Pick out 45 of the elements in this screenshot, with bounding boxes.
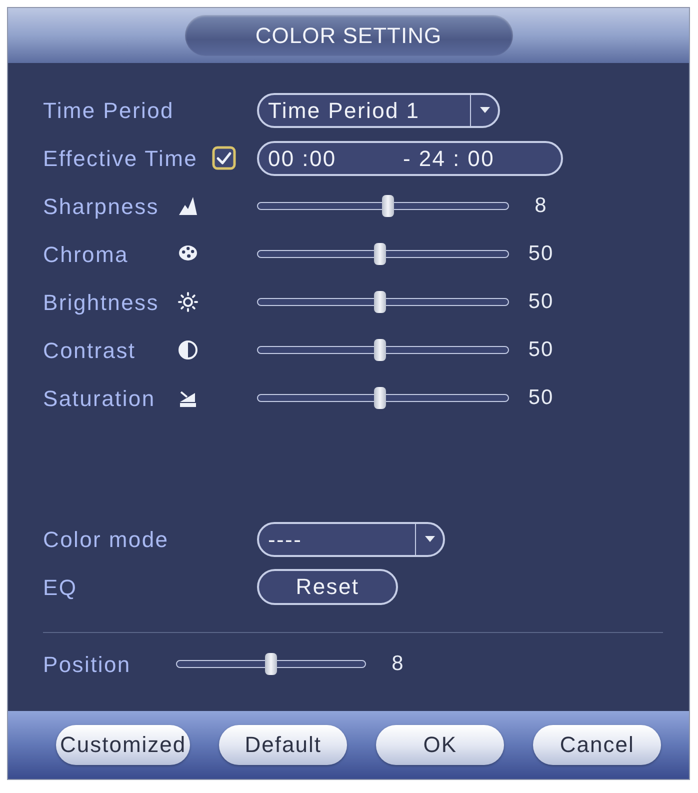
setting-label: Effective Time [43, 144, 198, 172]
slider-value: 8 [390, 651, 406, 678]
slider-thumb[interactable] [374, 387, 386, 409]
time-period-dropdown[interactable]: Time Period 1 [257, 92, 500, 128]
setting-label: Position [43, 650, 132, 678]
setting-label: Color mode [43, 526, 169, 554]
slider-thumb[interactable] [374, 291, 386, 313]
color-mode-dropdown[interactable]: ---- [257, 522, 445, 556]
checkbox[interactable] [212, 146, 236, 170]
setting-label: Brightness [43, 288, 160, 317]
slider-thumb[interactable] [374, 243, 386, 265]
end-time-text[interactable]: - 24 : 00 [403, 142, 495, 174]
caret-icon [478, 106, 490, 114]
mountain-icon [178, 196, 198, 216]
time-range-field[interactable]: 00 :00 - 24 : 00 [257, 140, 563, 176]
dialog-title: COLOR SETTING [184, 15, 512, 56]
dialog-button[interactable]: Default [219, 725, 348, 765]
slider-thumb[interactable] [374, 339, 386, 361]
setting-label: Time Period [43, 96, 174, 124]
setting-label: EQ [43, 574, 78, 602]
slider-value: 8 [534, 193, 548, 220]
slider[interactable] [257, 339, 509, 361]
slider[interactable] [257, 243, 509, 265]
slider[interactable] [257, 291, 509, 313]
slider-value: 50 [527, 385, 555, 412]
setting-label: Chroma [43, 240, 130, 268]
slider-thumb[interactable] [382, 195, 394, 217]
slider[interactable] [176, 653, 366, 675]
slider-value: 50 [527, 289, 555, 316]
setting-label: Sharpness [43, 192, 160, 221]
slider-value: 50 [527, 241, 555, 268]
caret-icon [424, 535, 436, 543]
setting-label: Contrast [43, 336, 137, 364]
dialog-button[interactable]: Cancel [533, 725, 662, 765]
setting-label: Saturation [43, 384, 156, 412]
slider-thumb[interactable] [265, 653, 277, 675]
sun-icon [178, 292, 198, 312]
reset-button[interactable]: Reset [257, 569, 398, 605]
start-time-text[interactable]: 00 :00 [268, 142, 403, 174]
dialog-button[interactable]: OK [376, 725, 504, 765]
slider-value: 50 [527, 337, 555, 364]
slider[interactable] [257, 195, 509, 217]
dialog-button[interactable]: Customized [56, 725, 190, 765]
half-circle-icon [178, 340, 198, 360]
slider[interactable] [257, 387, 509, 409]
